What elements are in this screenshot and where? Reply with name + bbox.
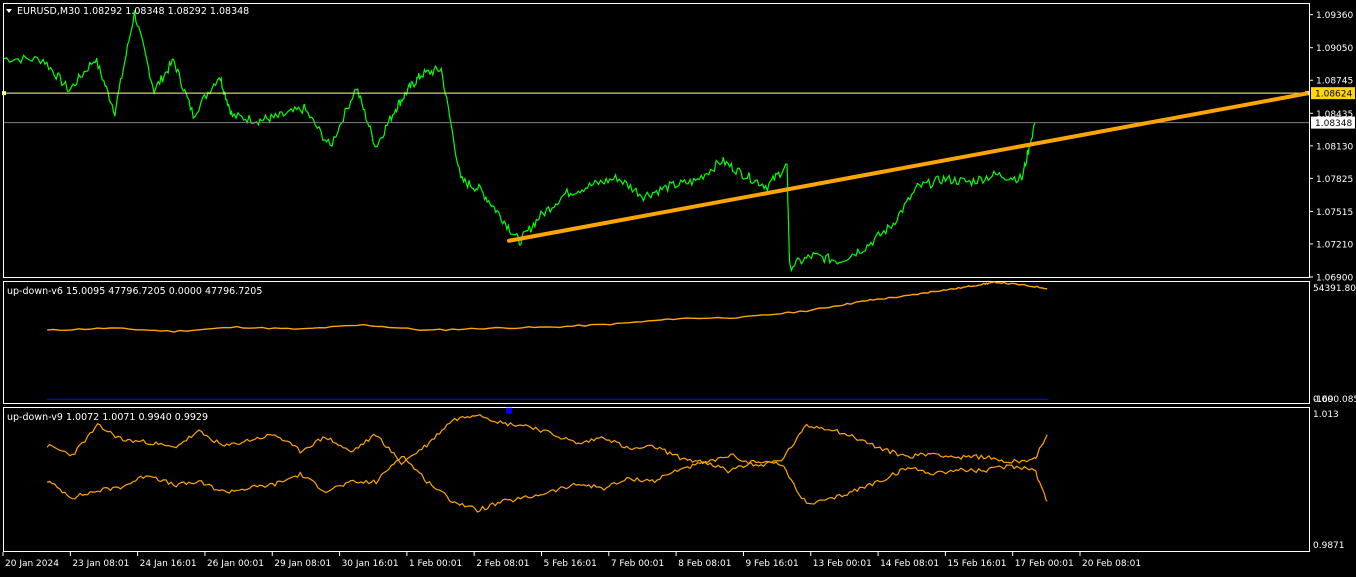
up-down-v9-series-line [46,455,1048,513]
time-tick-label: 20 Feb 08:01 [1082,559,1141,569]
horizontal-line-handle[interactable] [2,91,6,96]
time-tick-label: 30 Jan 16:01 [342,559,399,569]
time-tick-label: 1 Feb 00:01 [409,559,462,569]
sub2-indicator-area [46,407,1048,513]
sub1-title: up-down-v6 15.0095 47796.7205 0.0000 477… [7,286,262,297]
time-tick-label: 17 Feb 00:01 [1015,559,1074,569]
chart-canvas[interactable]: 1.093601.090501.087451.084351.081301.078… [0,0,1356,573]
price-tick-label: 1.07825 [1316,175,1353,185]
time-tick-label: 7 Feb 00:01 [611,559,664,569]
price-tick-label: 1.08130 [1316,142,1353,152]
time-tick-label: 9 Feb 16:01 [745,559,798,569]
symbol-header[interactable]: EURUSD,M30 1.08292 1.08348 1.08292 1.083… [6,6,249,17]
price-tick-label: 1.09050 [1316,44,1353,54]
time-tick-label: 2 Feb 08:01 [476,559,529,569]
sub1-axis[interactable]: 54391.8020.00-1690.085 [1313,284,1356,405]
time-tick-label: 8 Feb 08:01 [678,559,731,569]
ohlc-values: 1.08292 1.08348 1.08292 1.08348 [83,6,249,17]
time-axis[interactable]: 20 Jan 2024 23 Jan 08:01 24 Jan 16:01 26 Ja… [2,552,1141,569]
main-price-area [2,10,1309,273]
sub2-panel-frame [3,407,1310,552]
sub2-title: up-down-v9 1.0072 1.0071 0.9940 0.9929 [7,412,208,423]
price-tick-label: 1.07515 [1316,208,1353,218]
sub2-axis[interactable]: 1.013 0.9871 [1313,410,1345,551]
sub1-panel-frame [3,281,1310,404]
signal-marker [506,407,513,414]
price-tick-label: 1.09360 [1316,11,1353,21]
sub2-tick-label: 1.013 [1313,410,1339,420]
price-tick-label: 1.08745 [1316,77,1353,87]
time-tick-label: 15 Feb 16:01 [947,559,1006,569]
sub1-tick-label: 54391.802 [1313,284,1356,294]
symbol-title: EURUSD,M30 [17,6,80,17]
price-tick-label: 1.07210 [1316,240,1353,250]
price-tick-label: 1.06900 [1316,274,1353,284]
trendline[interactable] [507,91,1309,243]
hline-price-label: 1.08624 [1315,90,1352,100]
sub2-tick-label: 0.9871 [1313,541,1345,551]
time-tick-label: 5 Feb 16:01 [544,559,597,569]
current-price-label: 1.08348 [1315,119,1352,129]
time-tick-label: 14 Feb 08:01 [880,559,939,569]
price-series-line [3,10,1036,273]
price-axis[interactable]: 1.093601.090501.087451.084351.081301.078… [1309,11,1355,284]
time-tick-label: 23 Jan 08:01 [72,559,129,569]
sub1-tick-label: -1690.085 [1313,395,1356,405]
time-tick-label: 29 Jan 08:01 [274,559,331,569]
main-panel-frame [3,3,1310,278]
time-tick-label: 26 Jan 00:01 [207,559,264,569]
time-tick-label: 13 Feb 00:01 [813,559,872,569]
sub1-indicator-area [47,281,1048,400]
chart-window[interactable]: 1.09360 1.09050 1.08745 1.08435 1.08130 1.078… [0,0,1356,573]
time-tick-label: 24 Jan 16:01 [140,559,197,569]
triangle-down-icon[interactable] [6,9,12,13]
time-tick-label: 20 Jan 2024 [5,559,59,569]
